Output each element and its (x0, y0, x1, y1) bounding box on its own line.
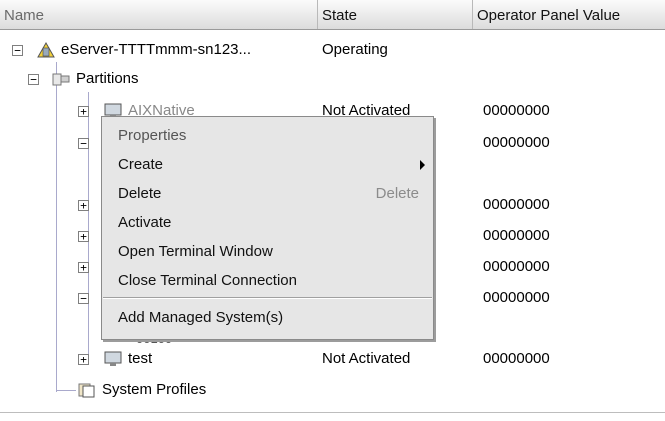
context-menu: Properties Create Delete Delete Activate… (101, 116, 434, 340)
menu-item-delete[interactable]: Delete Delete (102, 179, 433, 208)
tree-row-partitions[interactable]: − Partitions (0, 64, 665, 94)
expand-icon[interactable]: + (78, 200, 89, 211)
tree-row-partition-opv: 00000000 (483, 196, 550, 213)
menu-item-open-terminal-window-label: Open Terminal Window (118, 243, 273, 260)
tree-row-partition-opv: 00000000 (483, 350, 550, 367)
tree-row-partition-state: Not Activated (322, 350, 411, 367)
expand-icon[interactable]: + (78, 106, 89, 117)
collapse-icon[interactable]: − (78, 293, 89, 304)
tree-row-system-profiles[interactable]: System Profiles (0, 375, 665, 405)
column-header-bar: Name State Operator Panel Value (0, 0, 665, 30)
tree-row-root-state: Operating (322, 41, 388, 58)
menu-item-activate-label: Activate (118, 214, 172, 231)
tree-row-partition-name: test (128, 350, 153, 367)
tree-row-partition-opv: 00000000 (483, 227, 550, 244)
collapse-icon[interactable]: − (12, 45, 23, 56)
menu-item-delete-label: Delete (118, 185, 162, 202)
expand-icon[interactable]: + (78, 231, 89, 242)
tree-row-partitions-label: Partitions (76, 70, 139, 87)
tree-row-partition[interactable]: + test Not Activated 00000000 (0, 344, 665, 374)
expand-icon[interactable]: + (78, 354, 89, 365)
tree-row-system-profiles-label: System Profiles (102, 381, 207, 398)
menu-item-create-label: Create (118, 156, 164, 173)
partitions-icon (52, 71, 70, 87)
column-header-name[interactable]: Name (0, 0, 318, 29)
tree-row-partition-opv: 00000000 (483, 289, 550, 306)
tree-row-partition-opv: 00000000 (483, 258, 550, 275)
menu-item-close-terminal-connection-label: Close Terminal Connection (118, 272, 297, 289)
tree-row-root-name: eServer-TTTTmmm-sn123... (61, 41, 252, 58)
menu-item-add-managed-systems-label: Add Managed System(s) (118, 309, 284, 326)
expand-icon[interactable]: + (78, 262, 89, 273)
server-icon (37, 41, 55, 58)
system-profiles-icon (78, 382, 96, 398)
collapse-icon[interactable]: − (28, 74, 39, 85)
menu-separator (103, 297, 432, 299)
collapse-icon[interactable]: − (78, 138, 89, 149)
submenu-arrow-icon (420, 160, 425, 170)
menu-item-activate[interactable]: Activate (102, 208, 433, 237)
column-header-state[interactable]: State (318, 0, 473, 29)
tree-row-root[interactable]: − eServer-TTTTmmm-sn123... Operating (0, 35, 665, 65)
tree-row-partition-opv: 00000000 (483, 134, 550, 151)
menu-item-close-terminal-connection[interactable]: Close Terminal Connection (102, 266, 433, 295)
column-header-operator-panel-value[interactable]: Operator Panel Value (473, 0, 665, 29)
menu-item-open-terminal-window[interactable]: Open Terminal Window (102, 237, 433, 266)
panel-bottom-border (0, 412, 665, 413)
menu-item-add-managed-systems[interactable]: Add Managed System(s) (102, 303, 433, 332)
menu-item-delete-accelerator: Delete (375, 185, 419, 202)
tree-row-partition-opv: 00000000 (483, 102, 550, 119)
menu-item-create[interactable]: Create (102, 150, 433, 179)
menu-item-properties[interactable]: Properties (102, 121, 433, 150)
menu-item-properties-label: Properties (118, 127, 187, 144)
partition-monitor-icon (104, 351, 122, 367)
